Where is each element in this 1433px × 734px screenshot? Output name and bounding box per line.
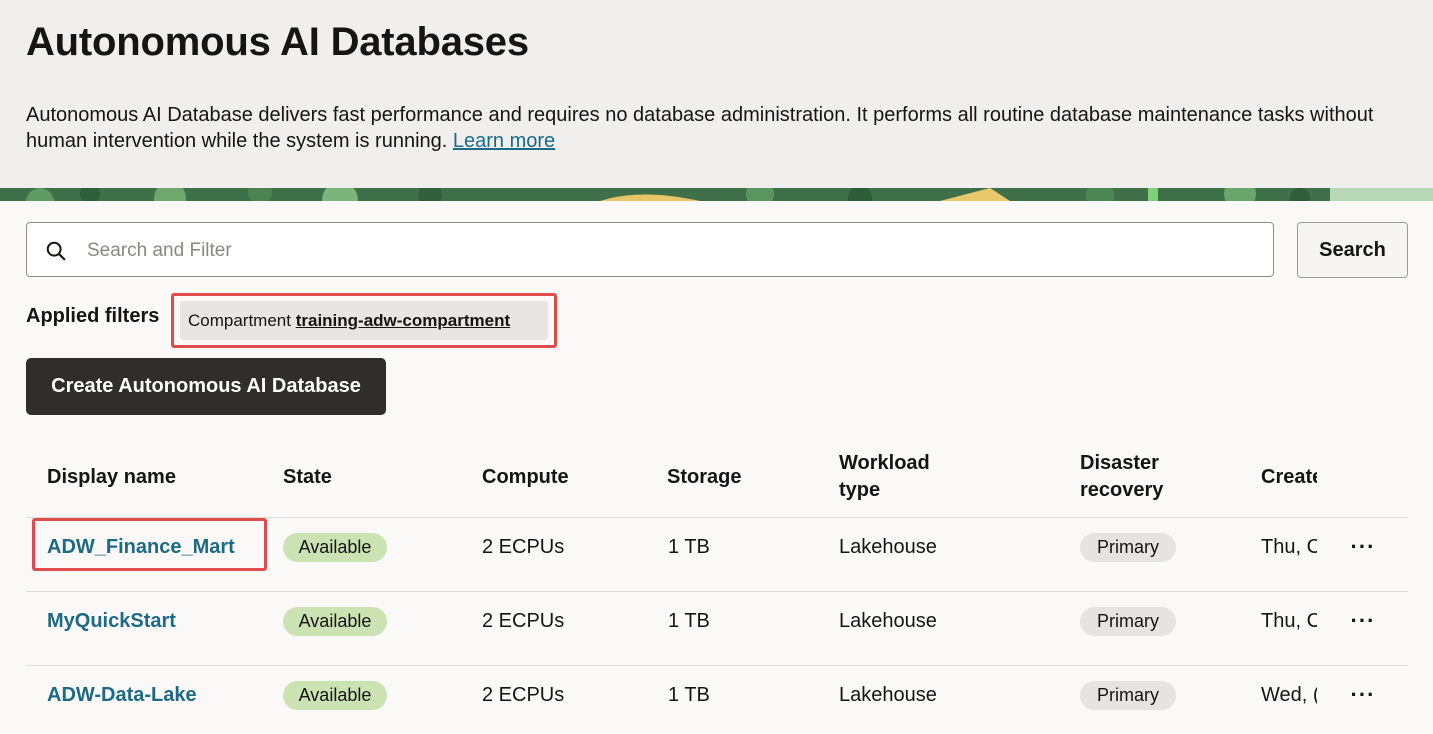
column-header-storage[interactable]: Storage bbox=[667, 464, 741, 491]
dr-badge: Primary bbox=[1080, 681, 1176, 710]
row-divider bbox=[26, 665, 1408, 666]
compute-value: 2 ECPUs bbox=[482, 536, 565, 558]
dr-badge: Primary bbox=[1080, 533, 1176, 562]
database-name-link[interactable]: ADW-Data-Lake bbox=[47, 684, 197, 707]
filter-chip-body[interactable]: Compartment training-adw-compartment bbox=[180, 301, 548, 340]
header-divider bbox=[26, 517, 1408, 518]
dr-header-line2: recovery bbox=[1080, 479, 1164, 501]
storage-value: 1 TB bbox=[668, 684, 710, 706]
dr-badge: Primary bbox=[1080, 607, 1176, 636]
row-actions-menu-icon[interactable]: ··· bbox=[1346, 610, 1380, 634]
dr-header-line1: Disaster bbox=[1080, 452, 1159, 474]
search-button[interactable]: Search bbox=[1297, 222, 1408, 278]
column-header-workload-type[interactable]: Workload type bbox=[839, 450, 930, 504]
filter-chip-value[interactable]: training-adw-compartment bbox=[296, 311, 510, 330]
state-badge: Available bbox=[283, 533, 387, 562]
column-header-compute[interactable]: Compute bbox=[482, 464, 569, 491]
row-divider bbox=[26, 591, 1408, 592]
database-name-link[interactable]: MyQuickStart bbox=[47, 610, 176, 633]
state-badge: Available bbox=[283, 607, 387, 636]
workload-value: Lakehouse bbox=[839, 536, 937, 558]
column-header-state[interactable]: State bbox=[283, 464, 332, 491]
banner-pattern bbox=[0, 188, 1433, 201]
created-value: Thu, C bbox=[1261, 610, 1317, 632]
description-text: Autonomous AI Database delivers fast per… bbox=[26, 104, 1374, 152]
page-title: Autonomous AI Databases bbox=[26, 20, 529, 64]
search-icon bbox=[46, 241, 66, 261]
workload-header-line1: Workload bbox=[839, 452, 930, 474]
column-header-created[interactable]: Create bbox=[1261, 464, 1317, 491]
compute-value: 2 ECPUs bbox=[482, 610, 565, 632]
storage-value: 1 TB bbox=[668, 536, 710, 558]
page-description: Autonomous AI Database delivers fast per… bbox=[26, 102, 1416, 154]
search-input[interactable] bbox=[85, 223, 1259, 278]
workload-value: Lakehouse bbox=[839, 684, 937, 706]
row-actions-menu-icon[interactable]: ··· bbox=[1346, 536, 1380, 560]
created-value: Thu, C bbox=[1261, 536, 1317, 558]
filter-chip-key: Compartment bbox=[188, 311, 291, 330]
applied-filters-label: Applied filters bbox=[26, 305, 160, 327]
decorative-banner bbox=[0, 188, 1433, 201]
storage-value: 1 TB bbox=[668, 610, 710, 632]
row-actions-menu-icon[interactable]: ··· bbox=[1346, 684, 1380, 708]
workload-value: Lakehouse bbox=[839, 610, 937, 632]
workload-header-line2: type bbox=[839, 479, 881, 501]
page-header: Autonomous AI Databases Autonomous AI Da… bbox=[0, 0, 1433, 188]
learn-more-link[interactable]: Learn more bbox=[453, 130, 555, 152]
column-header-display-name[interactable]: Display name bbox=[47, 464, 176, 491]
state-badge: Available bbox=[283, 681, 387, 710]
create-database-button[interactable]: Create Autonomous AI Database bbox=[26, 358, 386, 415]
database-name-link[interactable]: ADW_Finance_Mart bbox=[47, 536, 235, 559]
compute-value: 2 ECPUs bbox=[482, 684, 565, 706]
search-field[interactable] bbox=[26, 222, 1274, 278]
compartment-filter-chip[interactable]: Compartment training-adw-compartment bbox=[171, 293, 557, 348]
databases-table: Display name State Compute Storage Workl… bbox=[26, 444, 1408, 734]
column-header-disaster-recovery[interactable]: Disaster recovery bbox=[1080, 450, 1163, 504]
created-value: Wed, ( bbox=[1261, 684, 1317, 706]
